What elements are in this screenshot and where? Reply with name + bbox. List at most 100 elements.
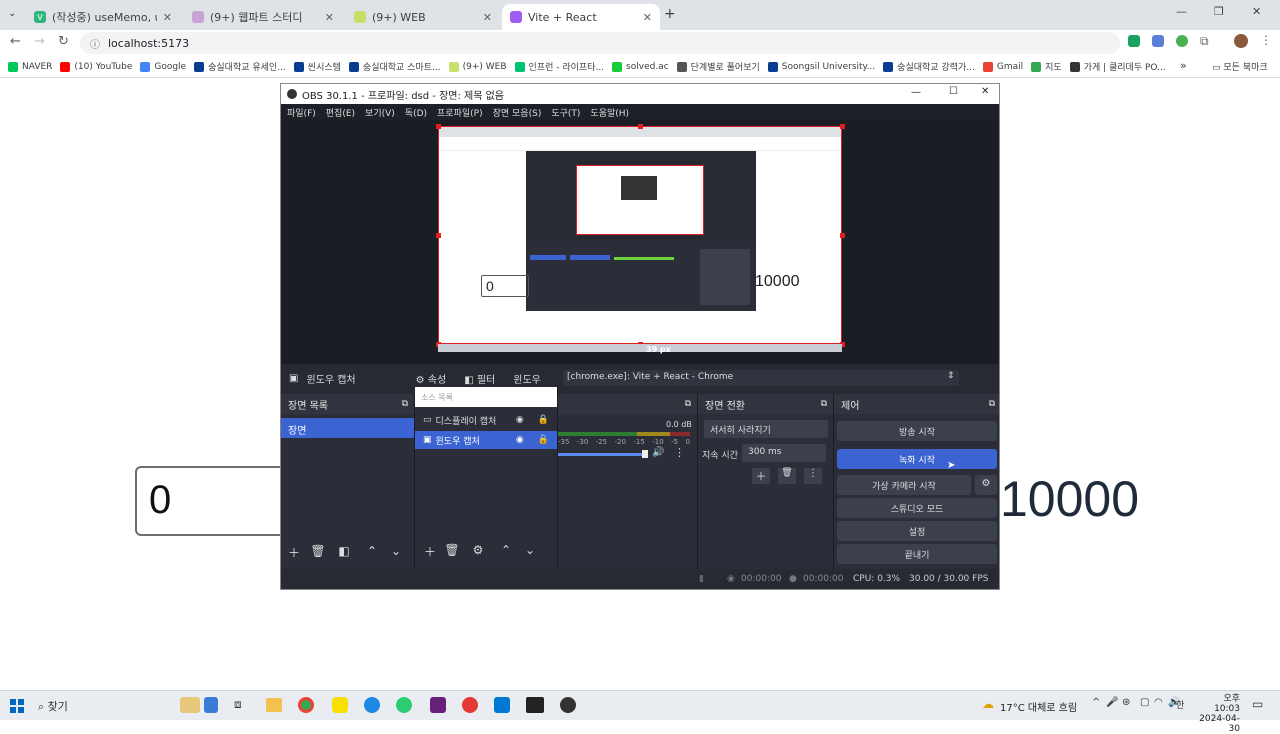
menu-scene-collection[interactable]: 장면 모음(S) <box>493 106 542 119</box>
task-view-icon[interactable]: ⧈ <box>234 697 242 712</box>
show-hidden-icons-icon[interactable]: ^ <box>1092 697 1100 708</box>
menu-profile[interactable]: 프로파일(P) <box>437 106 483 119</box>
bookmark-item[interactable]: 단계별로 풀어보기 <box>676 60 760 73</box>
new-tab-button[interactable]: + <box>664 6 676 22</box>
taskbar-search[interactable]: ⌕ 찾기 <box>38 698 68 714</box>
bookmark-item[interactable]: 숭실대학교 스마트... <box>348 60 441 73</box>
network-icon[interactable]: ⊛ <box>1122 697 1130 708</box>
tab-search-icon[interactable]: ⌄ <box>8 8 22 22</box>
wifi-icon[interactable]: ◠ <box>1154 697 1163 708</box>
close-icon[interactable]: ✕ <box>643 11 652 24</box>
bookmark-item[interactable]: (10) YouTube <box>60 61 132 72</box>
undock-icon[interactable]: ⧉ <box>402 399 408 409</box>
resize-handle[interactable] <box>436 233 441 238</box>
speaker-icon[interactable]: 🔊 <box>652 447 664 458</box>
forward-icon[interactable]: → <box>34 34 45 49</box>
add-scene-button[interactable]: ＋ <box>285 544 303 561</box>
captured-window-preview[interactable]: 0 10000 <box>438 126 842 344</box>
volume-slider[interactable] <box>558 453 646 456</box>
settings-button[interactable]: 설정 <box>837 521 997 541</box>
menu-kebab-icon[interactable]: ⋮ <box>1260 33 1272 47</box>
vscode-icon[interactable] <box>494 697 510 713</box>
source-item-window-capture[interactable]: ▣ 윈도우 캡처 ◉ 🔒 <box>415 431 557 449</box>
resize-handle[interactable] <box>638 124 643 129</box>
mic-icon[interactable]: 🎤 <box>1106 697 1118 708</box>
duration-stepper[interactable]: 300 ms <box>742 444 826 462</box>
app-icon[interactable] <box>396 697 412 713</box>
transition-menu-button[interactable]: ⋮ <box>804 468 822 484</box>
close-window-icon[interactable]: ✕ <box>1252 5 1261 18</box>
weather-text[interactable]: 17°C 대체로 흐림 <box>1000 699 1077 714</box>
virtual-camera-settings-gear-icon[interactable]: ⚙ <box>975 475 997 495</box>
tab-web[interactable]: (9+) WEB ✕ <box>346 4 500 30</box>
menu-tools[interactable]: 도구(T) <box>551 106 580 119</box>
mixer-menu-icon[interactable]: ⋮ <box>674 446 685 459</box>
extension-icon[interactable] <box>1176 35 1188 47</box>
close-icon[interactable]: ✕ <box>163 11 172 24</box>
file-explorer-icon[interactable] <box>266 698 282 712</box>
widget-icon[interactable] <box>180 697 200 713</box>
reload-icon[interactable]: ↻ <box>58 34 69 49</box>
more-bookmarks-button[interactable]: » <box>1180 59 1187 72</box>
undock-icon[interactable]: ⧉ <box>821 399 827 409</box>
bookmark-item[interactable]: Soongsil University... <box>767 61 875 72</box>
camera-icon[interactable]: ▢ <box>1140 697 1149 708</box>
bookmark-item[interactable]: 가게 | 클리데두 PO... <box>1069 60 1166 73</box>
chrome-icon[interactable] <box>298 697 314 713</box>
ime-indicator[interactable]: 한 <box>1176 698 1184 711</box>
lock-icon[interactable]: 🔒 <box>538 435 549 445</box>
minimize-icon[interactable]: — <box>911 87 921 98</box>
remove-scene-button[interactable]: 🗑 <box>309 544 327 558</box>
visual-studio-icon[interactable] <box>430 697 446 713</box>
resize-handle[interactable] <box>840 233 845 238</box>
bookmark-item[interactable]: 숭실대학교 강력가... <box>883 60 975 73</box>
address-bar[interactable]: ⓘ localhost:5173 <box>80 32 1120 54</box>
resize-handle[interactable] <box>840 124 845 129</box>
filters-button[interactable]: ◧ 필터 <box>464 371 495 386</box>
undock-icon[interactable]: ⧉ <box>989 399 995 409</box>
bookmark-item[interactable]: NAVER <box>8 61 52 72</box>
lock-icon[interactable]: 🔒 <box>538 415 549 425</box>
tab-vite-react[interactable]: Vite + React ✕ <box>502 4 660 30</box>
minimize-icon[interactable]: — <box>1176 5 1187 18</box>
bookmark-item[interactable]: 숭실대학교 유세인... <box>194 60 286 73</box>
edge-icon[interactable] <box>364 697 380 713</box>
extension-icon[interactable] <box>1152 35 1164 47</box>
maximize-icon[interactable]: ☐ <box>949 86 958 97</box>
window-select[interactable]: [chrome.exe]: Vite + React - Chrome <box>563 370 959 386</box>
extension-shield-icon[interactable] <box>1128 35 1140 47</box>
tab-usememo[interactable]: V (작성중) useMemo, useCallba ✕ <box>26 4 180 30</box>
kakaotalk-icon[interactable] <box>332 697 348 713</box>
add-source-button[interactable]: ＋ <box>421 543 439 560</box>
source-item-display-capture[interactable]: ▭ 디스플레이 캡처 ◉ 🔒 <box>415 411 557 429</box>
bookmark-item[interactable]: Gmail <box>982 61 1023 72</box>
extensions-puzzle-icon[interactable]: ⧉ <box>1200 34 1209 49</box>
clock[interactable]: 오후 10:03 2024-04-30 <box>1196 691 1240 734</box>
bookmark-item[interactable]: 지도 <box>1031 60 1062 73</box>
eye-icon[interactable]: ◉ <box>516 435 524 445</box>
scene-item[interactable]: 장면 <box>281 418 414 438</box>
sources-search[interactable]: 소스 목록 <box>415 387 557 407</box>
bookmark-item[interactable]: 씬시스템 <box>293 60 341 73</box>
properties-button[interactable]: ⚙ 속성 <box>416 371 447 386</box>
close-icon[interactable]: ✕ <box>483 11 492 24</box>
menu-file[interactable]: 파일(F) <box>287 106 316 119</box>
scene-filters-button[interactable]: ◧ <box>335 544 353 558</box>
volume-slider-handle[interactable] <box>642 450 648 458</box>
studio-mode-button[interactable]: 스튜디오 모드 <box>837 498 997 518</box>
obs-preview[interactable]: 0 10000 39 px <box>281 120 999 364</box>
start-streaming-button[interactable]: 방송 시작 <box>837 421 997 441</box>
menu-view[interactable]: 보기(V) <box>365 106 395 119</box>
start-recording-button[interactable]: 녹화 시작 <box>837 449 997 469</box>
source-properties-button[interactable]: ⚙ <box>469 543 487 557</box>
bookmark-item[interactable]: (9+) WEB <box>448 61 507 72</box>
terminal-icon[interactable] <box>526 697 544 713</box>
maximize-icon[interactable]: ❐ <box>1214 5 1224 18</box>
eye-icon[interactable]: ◉ <box>516 415 524 425</box>
site-info-icon[interactable]: ⓘ <box>90 36 100 51</box>
start-virtual-camera-button[interactable]: 가상 카메라 시작 <box>837 475 971 495</box>
bookmark-item[interactable]: 인프런 - 라이프타... <box>514 60 604 73</box>
start-icon[interactable] <box>10 699 24 713</box>
resize-handle[interactable] <box>436 124 441 129</box>
move-up-button[interactable]: ⌃ <box>363 544 381 558</box>
